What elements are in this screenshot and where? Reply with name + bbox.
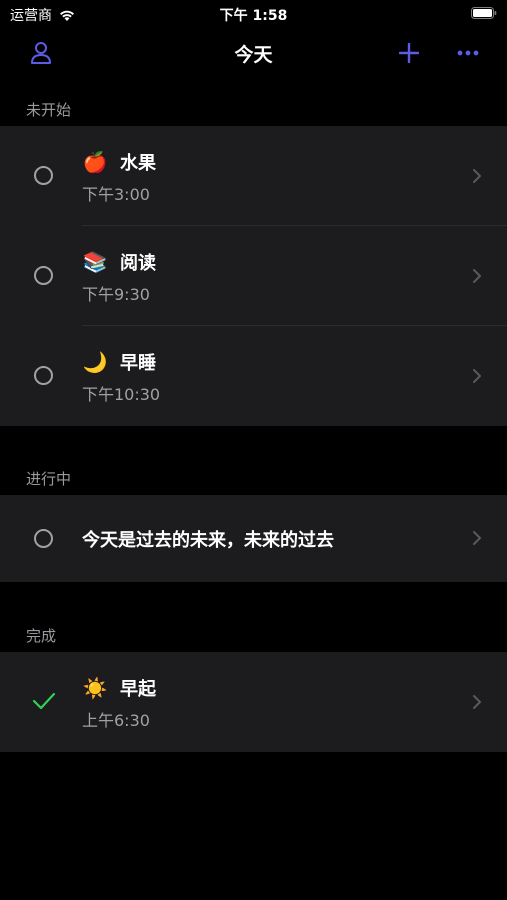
checkbox[interactable] xyxy=(34,366,53,385)
not-started-list: 🍎 水果 下午3:00 📚 阅读 下午9:30 🌙 早睡 下午10:30 xyxy=(0,126,507,426)
add-button[interactable] xyxy=(394,38,424,68)
task-time: 上午6:30 xyxy=(82,711,150,730)
moon-icon: 🌙 xyxy=(82,350,108,374)
section-header-not-started: 未开始 xyxy=(26,101,72,119)
ellipsis-icon xyxy=(457,50,479,56)
done-list: ☀️ 早起 上午6:30 xyxy=(0,652,507,752)
task-title-row: ☀️ 早起 xyxy=(82,675,156,701)
task-row[interactable]: 🍎 水果 下午3:00 xyxy=(0,126,507,226)
task-title: 水果 xyxy=(120,153,156,174)
task-row[interactable]: 今天是过去的未来，未来的过去 xyxy=(0,495,507,582)
task-title: 早起 xyxy=(120,679,156,700)
task-title: 早睡 xyxy=(120,353,156,374)
battery-icon xyxy=(471,7,497,19)
task-title-row: 🍎 水果 xyxy=(82,149,156,175)
plus-icon xyxy=(399,43,419,63)
checkbox[interactable] xyxy=(34,166,53,185)
chevron-right-icon xyxy=(473,695,481,709)
checkbox[interactable] xyxy=(34,266,53,285)
navigation-bar: 今天 xyxy=(0,30,507,76)
task-title-row: 🌙 早睡 xyxy=(82,349,156,375)
section-header-done: 完成 xyxy=(26,627,57,645)
status-bar: 运营商 下午 1:58 xyxy=(0,0,507,30)
task-time: 下午9:30 xyxy=(82,285,150,304)
chevron-right-icon xyxy=(473,169,481,183)
clock: 下午 1:58 xyxy=(219,8,288,24)
page-title: 今天 xyxy=(234,44,273,66)
task-row[interactable]: 📚 阅读 下午9:30 xyxy=(0,226,507,326)
task-time: 下午3:00 xyxy=(82,185,150,204)
chevron-right-icon xyxy=(473,269,481,283)
chevron-right-icon xyxy=(473,531,481,545)
chevron-right-icon xyxy=(473,369,481,383)
checkbox[interactable] xyxy=(34,529,53,548)
in-progress-list: 今天是过去的未来，未来的过去 xyxy=(0,495,507,582)
apple-icon: 🍎 xyxy=(82,150,108,174)
task-row[interactable]: 🌙 早睡 下午10:30 xyxy=(0,326,507,426)
task-title: 阅读 xyxy=(120,253,156,274)
task-time: 下午10:30 xyxy=(82,385,161,404)
task-title-row: 📚 阅读 xyxy=(82,249,156,275)
task-row[interactable]: ☀️ 早起 上午6:30 xyxy=(0,652,507,752)
books-icon: 📚 xyxy=(82,250,108,274)
sun-icon: ☀️ xyxy=(82,676,108,700)
task-title: 今天是过去的未来，未来的过去 xyxy=(82,530,334,551)
checkmark-icon[interactable] xyxy=(32,691,56,711)
section-header-in-progress: 进行中 xyxy=(26,470,72,488)
more-button[interactable] xyxy=(453,38,483,68)
